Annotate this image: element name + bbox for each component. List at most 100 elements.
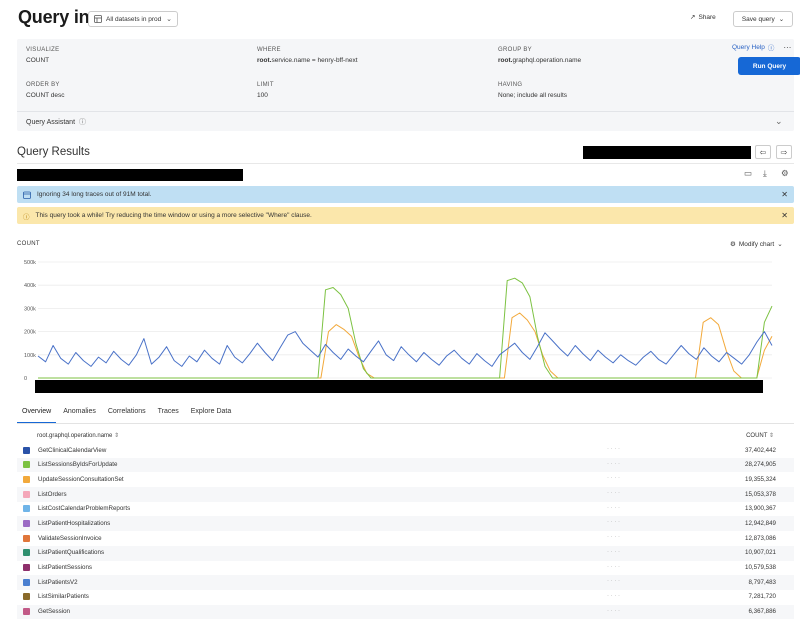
chevron-down-icon[interactable]: ⌄ [775,116,783,127]
operation-name: ListCostCalendarProblemReports [38,505,131,513]
table-row[interactable]: ListOrders · · · · 15,053,378 [17,487,794,502]
divider [17,111,794,112]
query-assistant-label: Query Assistant [26,118,76,126]
run-query-button[interactable]: Run Query [738,57,800,75]
warning-banner-text: This query took a while! Try reducing th… [35,212,312,219]
arrow-right-icon: ⇨ [780,147,788,157]
operation-name: ListOrders [38,490,67,498]
column-header-name[interactable]: root.graphql.operation.name ⇕ [37,432,119,439]
sparkline-placeholder: · · · · [607,460,620,467]
operation-name: ListPatientSessions [38,564,92,571]
table-row[interactable]: UpdateSessionConsultationSet · · · · 19,35… [17,472,794,487]
visualize-heading: VISUALIZE [26,47,60,53]
arrow-left-icon: ⇦ [759,147,767,157]
operation-count: 8,797,483 [748,578,776,586]
series-color-swatch [23,549,30,557]
next-result-button[interactable]: ⇨ [776,145,792,159]
where-value: root.service.name = henry-bff-next [257,57,358,64]
operation-count: 12,942,849 [745,519,776,527]
close-icon[interactable]: ✕ [781,190,788,199]
table-row[interactable]: GetClinicalCalendarView · · · · 37,402,442 [17,443,794,458]
tab-overview[interactable]: Overview [17,404,57,424]
series-line[interactable] [38,277,773,379]
operation-count: 37,402,442 [745,446,776,454]
download-icon[interactable]: ⤓ [763,168,767,179]
sparkline-placeholder: · · · · [607,504,620,511]
table-header: root.graphql.operation.name ⇕ COUNT ⇕ [17,428,794,443]
operation-name: ListSimilarPatients [38,593,89,601]
tab-anomalies[interactable]: Anomalies [58,404,101,424]
redacted-block [583,146,751,159]
operation-count: 10,907,021 [745,549,776,557]
sparkline-placeholder: · · · · [607,548,620,555]
table-body: GetClinicalCalendarView · · · · 37,402,442… [17,443,794,620]
order-by-value: COUNT desc [26,92,65,99]
table-row[interactable]: GetSession · · · · 6,367,886 [17,604,794,620]
gear-icon[interactable]: ⚙ [781,168,789,179]
column-header-count[interactable]: COUNT ⇕ [746,432,774,439]
limit-clause[interactable]: LIMIT 100 [257,82,274,99]
more-options-icon[interactable]: ⋯ [783,43,791,52]
series-color-swatch [23,578,30,586]
tab-explore-data[interactable]: Explore Data [186,404,236,424]
sparkline-placeholder: · · · · [607,519,620,526]
y-tick-label: 500k [24,260,36,266]
dataset-selector[interactable]: All datasets in prod ⌄ [88,11,178,27]
y-tick-label: 200k [24,330,36,336]
sort-icon: ⇕ [768,433,774,439]
modify-chart-button[interactable]: ⚙ Modify chart ⌄ [730,240,783,249]
count-line-chart[interactable]: 500k 400k 300k 200k 100k 0 [0,252,800,384]
warning-icon: ⓘ [23,213,30,221]
series-line[interactable] [38,312,773,379]
share-button[interactable]: ↗ Share [690,13,716,22]
table-row[interactable]: ListPatientHospitalizations · · · · 12,942… [17,516,794,532]
y-tick-label: 0 [24,376,27,382]
divider [17,423,794,424]
order-by-clause[interactable]: ORDER BY COUNT desc [26,82,65,99]
table-row[interactable]: ListPatientSessions · · · · 10,579,538 [17,561,794,576]
table-row[interactable]: ListSessionsByIdsForUpdate · · · · 28,274,… [17,457,794,473]
series-color-swatch [23,608,30,616]
limit-value: 100 [257,92,268,99]
sparkline-placeholder: · · · · [607,563,620,570]
query-help-link[interactable]: Query Help ⓘ ⋯ [732,42,791,53]
operation-count: 13,900,367 [745,505,776,513]
modify-chart-label: Modify chart [738,240,775,248]
help-circle-icon: ⓘ [767,45,775,52]
help-circle-icon: ⓘ [79,119,87,126]
series-line[interactable] [37,331,773,367]
tab-correlations[interactable]: Correlations [103,404,151,424]
info-banner: Ignoring 34 long traces out of 91M total… [17,186,794,203]
having-clause[interactable]: HAVING None; include all results [498,82,567,99]
query-builder: VISUALIZE COUNT WHERE root.service.name … [17,39,800,131]
operation-name: ListPatientHospitalizations [38,519,111,527]
group-by-clause[interactable]: GROUP BY root.graphql.operation.name [498,47,581,64]
page-title: Query in [18,7,90,27]
share-label: Share [698,13,716,21]
query-assistant-toggle[interactable]: Query Assistant ⓘ [26,117,86,127]
where-clause[interactable]: WHERE root.service.name = henry-bff-next [257,47,358,64]
close-icon[interactable]: ✕ [781,211,788,220]
previous-result-button[interactable]: ⇦ [755,145,771,159]
redacted-block [17,169,243,181]
table-row[interactable]: ListPatientsV2 · · · · 8,797,483 [17,575,794,590]
group-by-heading: GROUP BY [498,47,532,53]
chevron-down-icon: ⌄ [166,16,172,23]
operation-count: 19,355,324 [745,475,776,483]
results-table: root.graphql.operation.name ⇕ COUNT ⇕ Ge… [17,428,794,620]
save-query-label: Save query [741,15,775,23]
where-expression: service.name = henry-bff-next [271,57,358,64]
tab-traces[interactable]: Traces [153,404,184,424]
table-row[interactable]: ListCostCalendarProblemReports · · · · 13,… [17,502,794,517]
save-query-button[interactable]: Save query ⌄ [733,11,793,27]
operation-count: 28,274,905 [745,461,776,469]
comment-icon[interactable]: ▭ [744,168,752,179]
operation-name: ListPatientQualifications [38,549,105,557]
query-help-label: Query Help [732,43,765,51]
visualize-clause[interactable]: VISUALIZE COUNT [26,47,59,64]
table-row[interactable]: ListSimilarPatients · · · · 7,281,720 [17,590,794,605]
operation-name: UpdateSessionConsultationSet [38,475,124,483]
table-row[interactable]: ListPatientQualifications · · · · 10,907,0… [17,545,794,561]
sparkline-placeholder: · · · · [607,578,620,585]
table-row[interactable]: ValidateSessionInvoice · · · · 12,873,086 [17,531,794,546]
